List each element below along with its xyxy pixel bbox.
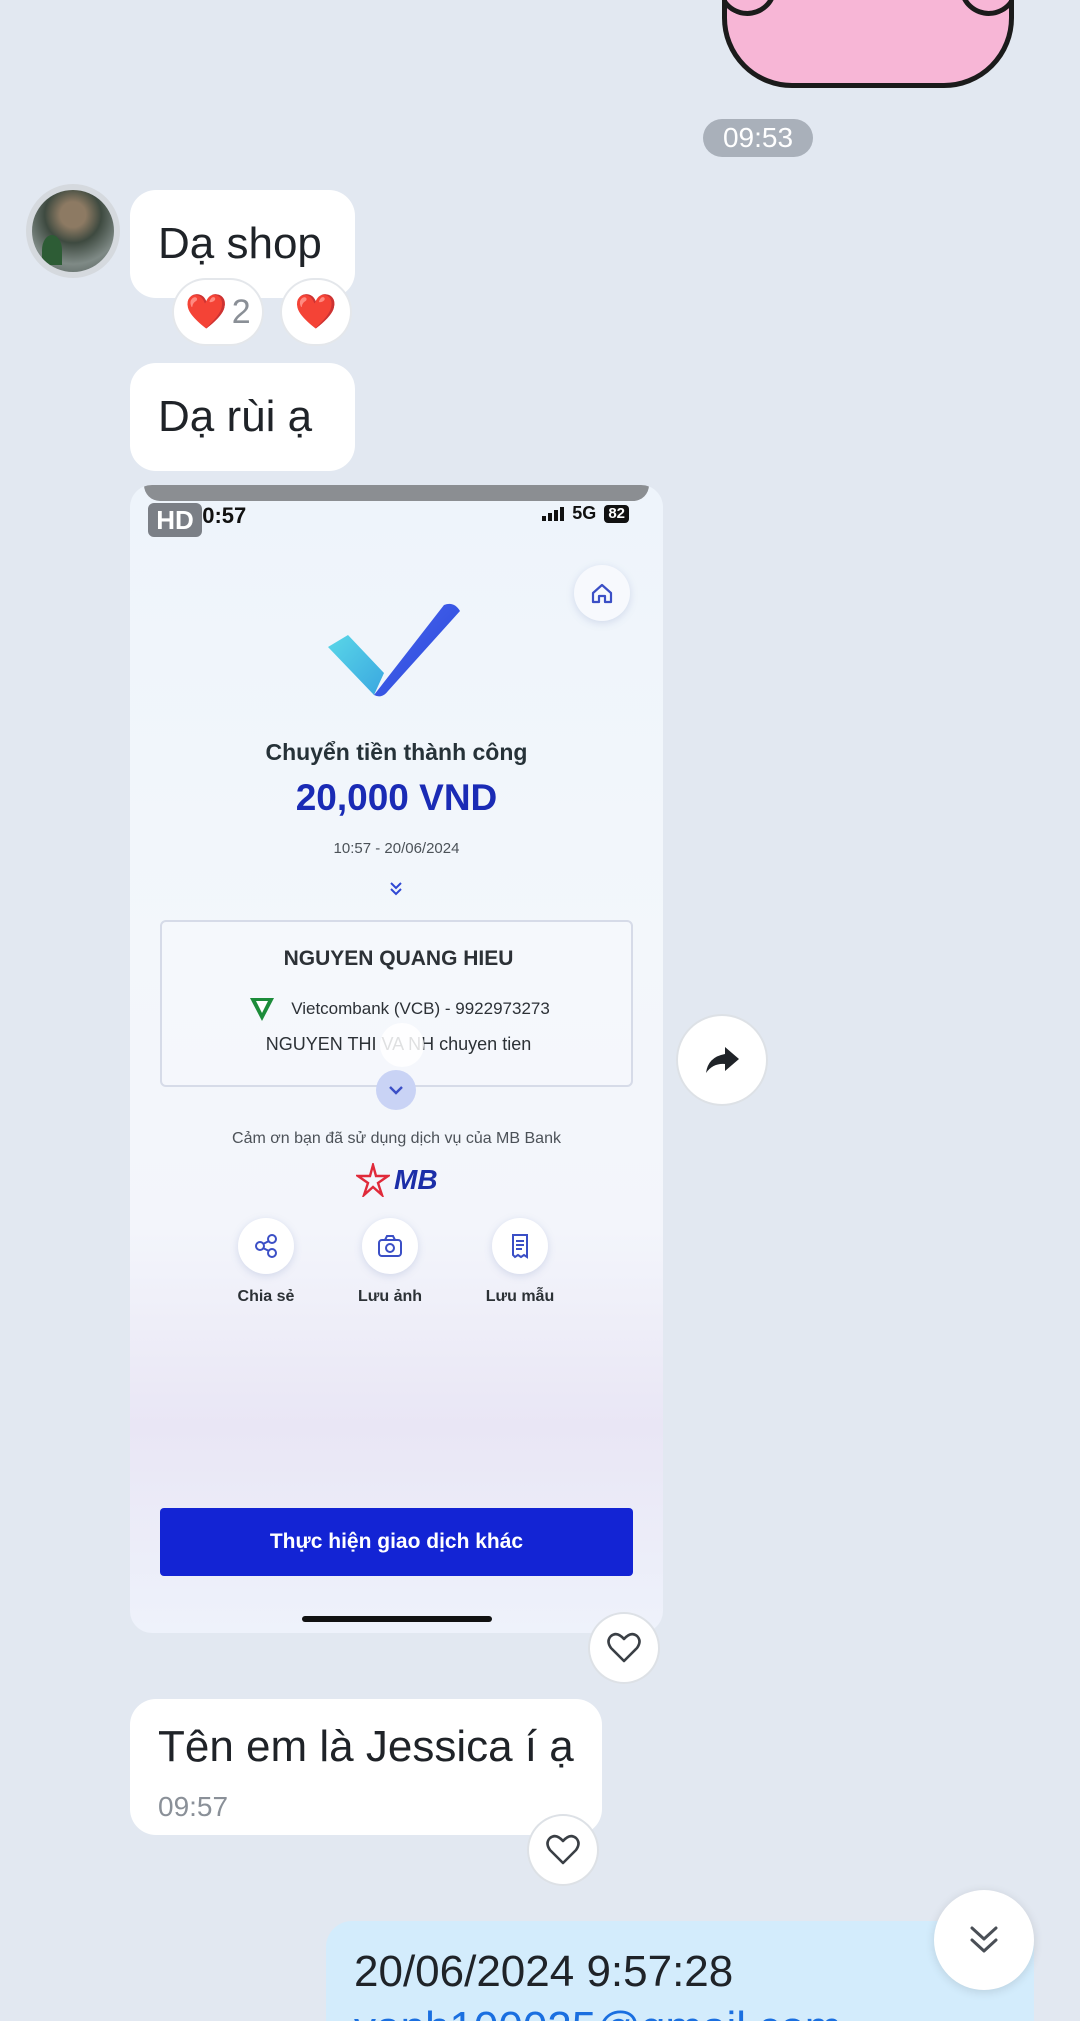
scroll-to-bottom-button[interactable] [934, 1890, 1034, 1990]
network-label: 5G [572, 503, 597, 523]
image-top-bar [144, 485, 649, 501]
message-text: 20/06/2024 9:57:28 [354, 1947, 734, 1996]
thanks-text: Cảm ơn bạn đã sử dụng dịch vụ của MB Ban… [232, 1130, 561, 1147]
mb-bank-logo: MB [356, 1163, 438, 1197]
sticker-arm-right [957, 0, 1009, 26]
recipient-name: NGUYEN QUANG HIEU [283, 947, 514, 970]
transfer-success-title: Chuyển tiền thành công [265, 739, 528, 765]
reaction-count: 2 [231, 292, 251, 331]
share-nodes-icon [255, 1234, 277, 1258]
sticker-arm-left [727, 0, 779, 26]
like-button[interactable] [590, 1614, 658, 1682]
sticker-image[interactable] [722, 0, 1014, 88]
home-indicator [302, 1616, 492, 1622]
heart-outline-icon [546, 1834, 580, 1865]
new-transaction-button: Thực hiện giao dịch khác [160, 1508, 633, 1576]
battery-icon: 82 [604, 504, 629, 523]
chevron-double-down-icon [970, 1926, 998, 1953]
transfer-amount: 20,000 VND [295, 777, 498, 818]
reaction-count-chip[interactable]: ❤️ 2 [174, 280, 262, 344]
mb-star-icon [356, 1163, 390, 1197]
like-button[interactable] [529, 1816, 597, 1884]
heart-reaction-icon: ❤️ [294, 293, 338, 331]
heart-outline-icon [607, 1632, 641, 1663]
expand-chevron-icon [376, 1070, 416, 1110]
touch-indicator [380, 1023, 424, 1067]
signal-icon [542, 506, 565, 521]
recipient-bank-row: Vietcombank (VCB) - 9922973273 [162, 994, 635, 1024]
camera-icon [378, 1235, 402, 1257]
hd-badge: HD [148, 503, 202, 537]
save-template-action: Lưu mẫu [475, 1218, 565, 1306]
heart-reaction-icon: ❤️ [185, 293, 228, 331]
forward-arrow-icon [706, 1047, 739, 1073]
success-check-icon [328, 603, 460, 697]
save-image-action: Lưu ảnh [345, 1218, 435, 1306]
avatar[interactable] [26, 184, 120, 278]
time-separator: 09:53 [703, 119, 813, 157]
vietcombank-logo-icon [250, 998, 275, 1021]
chevron-double-down-icon [390, 882, 402, 896]
message-time: 09:57 [158, 1791, 229, 1822]
forward-button[interactable] [678, 1016, 766, 1104]
image-message[interactable]: 10:57 HD 5G 82 Chuyển tiền thành công 20… [130, 485, 663, 1633]
email-link[interactable]: vanh100025@gmail.com [354, 2003, 1006, 2021]
message-bubble[interactable]: Dạ rùi ạ [130, 363, 355, 471]
transfer-datetime: 10:57 - 20/06/2024 [333, 840, 460, 857]
outgoing-message-bubble[interactable]: 20/06/2024 9:57:28 vanh100025@gmail.com [326, 1921, 1034, 2021]
share-action: Chia sẻ [221, 1218, 311, 1306]
recipient-bank: Vietcombank (VCB) - 9922973273 [291, 999, 550, 1018]
reaction-chip[interactable]: ❤️ [282, 280, 350, 344]
home-icon [574, 565, 630, 621]
message-bubble[interactable]: Tên em là Jessica í ạ 09:57 [130, 1699, 602, 1835]
receipt-icon [512, 1234, 528, 1259]
status-indicators: 5G 82 [542, 503, 629, 524]
message-text: Tên em là Jessica í ạ [158, 1722, 574, 1771]
